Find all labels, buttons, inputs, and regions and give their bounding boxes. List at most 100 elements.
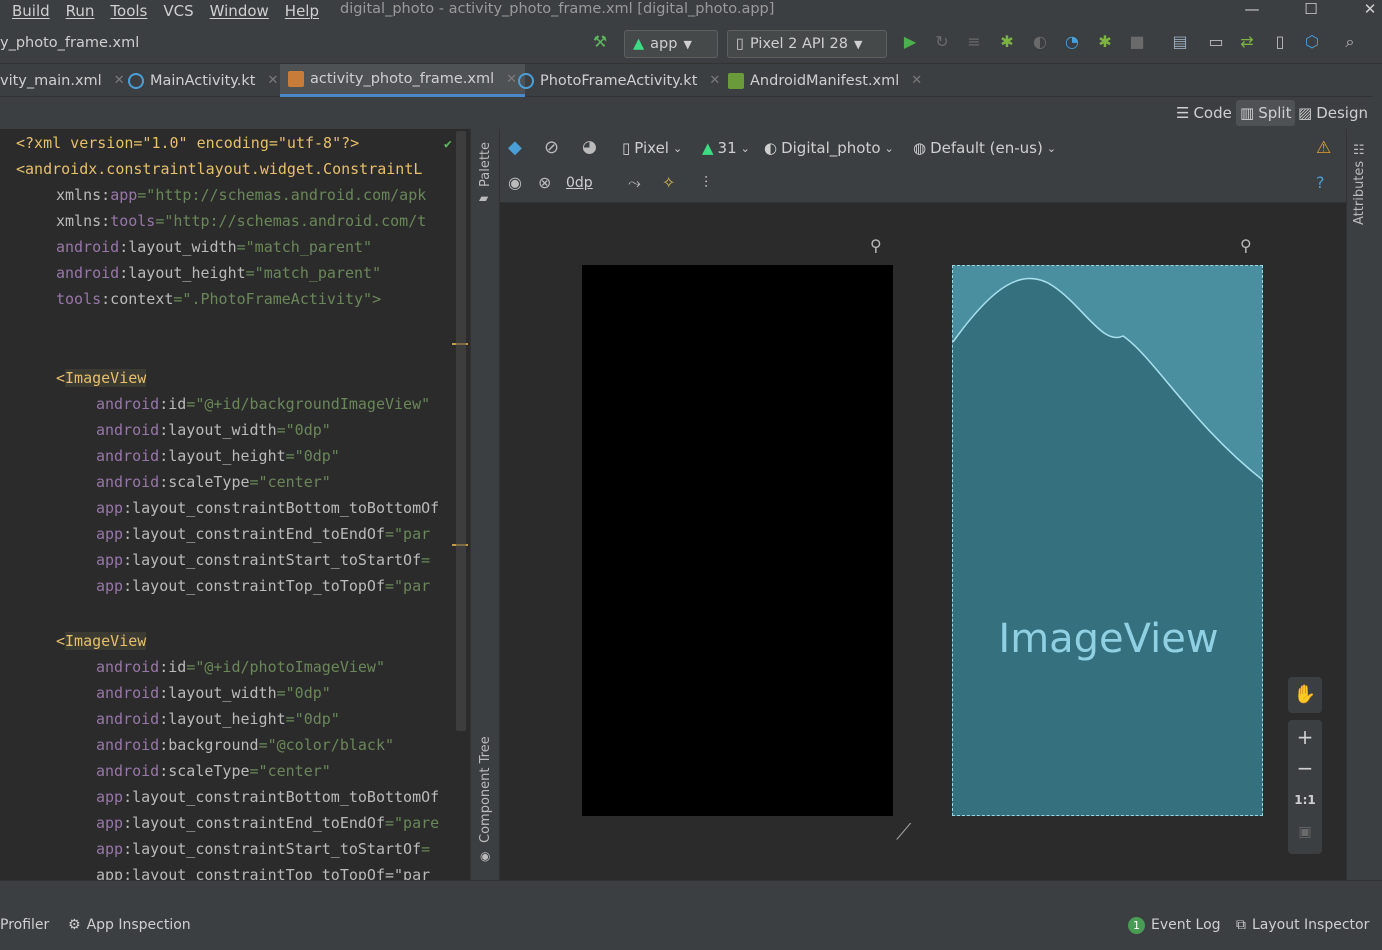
default-margin-field[interactable]: 0dp [566,175,593,191]
design-surface-icon[interactable]: ◆ [508,137,522,158]
event-log-tab[interactable]: 1 Event Log [1128,911,1221,939]
zoom-in-icon[interactable]: + [1288,720,1322,752]
tab-label: AndroidManifest.xml [750,72,900,89]
code-line: app:layout_constraintTop_toTopOf="par [96,577,431,595]
editor-scrollbar[interactable] [456,131,466,731]
main-toolbar: y_photo_frame.xml ⚒ ▲ app ▼ ▯ Pixel 2 AP… [0,22,1382,64]
resize-handle-icon[interactable]: ⟋ [896,820,911,845]
app-inspection-label: App Inspection [86,917,191,933]
orientation-icon[interactable]: ⊘ [544,137,559,158]
tab-photo-frame-activity[interactable]: PhotoFrameActivity.kt ✕ [510,64,728,97]
device-select[interactable]: ▯ Pixel 2 API 28 ▼ [727,30,887,58]
editor-tabs: vity_main.xml ✕ MainActivity.kt ✕ activi… [0,64,1382,97]
chevron-down-icon: ⌄ [672,141,683,155]
component-tree-tab[interactable]: Component Tree [478,736,493,843]
menu-window[interactable]: Window [210,2,269,20]
search-icon[interactable]: ⌕ [1340,32,1360,52]
profile-icon[interactable]: ◔ [1062,32,1082,52]
avd-manager-icon[interactable]: ▭ [1206,32,1226,52]
tab-android-manifest[interactable]: AndroidManifest.xml ✕ [720,64,930,97]
layout-inspector-tab[interactable]: ⧉ Layout Inspector [1236,911,1369,939]
rerun-icon[interactable]: ↻ [932,32,952,52]
pan-hand-icon[interactable]: ✋ [1288,677,1322,713]
run-icon[interactable]: ▶ [900,32,920,52]
attach-debugger-icon[interactable]: ◐ [1030,32,1050,52]
build-hammer-icon[interactable]: ⚒ [590,32,610,52]
guidelines-icon[interactable]: ⫶ [704,173,708,193]
palette-icon: ▰ [479,191,489,205]
code-mode-label: Code [1193,104,1232,122]
blueprint-pin-icon[interactable]: ⚲ [870,236,882,255]
theme-select[interactable]: ◐ Digital_photo ⌄ [764,139,894,157]
close-tab-icon[interactable]: ✕ [709,73,720,88]
device-manager-icon[interactable]: ▯ [1270,32,1290,52]
breadcrumb[interactable]: y_photo_frame.xml [0,22,139,64]
zoom-fit-icon[interactable]: ▣ [1288,816,1322,848]
blueprint-view[interactable] [582,265,893,816]
code-line: android:layout_width="0dp" [96,421,331,439]
clear-constraints-icon[interactable]: ⤳ [628,173,641,193]
sdk-manager-icon[interactable]: ⬡ [1302,32,1322,52]
view-options-icon[interactable]: ◉ [508,173,522,192]
close-tab-icon[interactable]: ✕ [267,73,278,88]
menu-build[interactable]: Build [12,2,50,20]
zoom-actual-size-button[interactable]: 1:1 [1288,784,1322,816]
device-label: Pixel 2 API 28 [749,36,848,52]
zoom-out-icon[interactable]: − [1288,752,1322,784]
autoconnect-icon[interactable]: ⊗ [538,173,551,192]
tab-activity-main[interactable]: vity_main.xml ✕ [0,64,133,97]
device-preview-select[interactable]: ▯ Pixel ⌄ [622,139,682,157]
code-editor[interactable]: <?xml version="1.0" encoding="utf-8"?> <… [0,129,470,880]
code-line: app:layout_constraintBottom_toBottomOf [96,499,440,517]
attributes-tab[interactable]: Attributes [1352,161,1367,225]
run-config-label: app [650,36,678,52]
code-line: <androidx.constraintlayout.widget.Constr… [16,160,423,178]
menu-help[interactable]: Help [285,2,319,20]
code-line: android:layout_height="0dp" [96,710,340,728]
maximize-button[interactable]: ☐ [1297,0,1325,20]
infer-constraints-icon[interactable]: ✧ [662,173,675,192]
sync-gradle-icon[interactable]: ⇄ [1237,32,1257,52]
code-line: <ImageView [56,632,147,650]
menu-run[interactable]: Run [66,2,95,20]
project-structure-icon[interactable]: ▤ [1170,32,1190,52]
close-tab-icon[interactable]: ✕ [911,73,922,88]
preview-pin-icon[interactable]: ⚲ [1240,236,1252,255]
tab-activity-photo-frame[interactable]: activity_photo_frame.xml ✕ [280,64,526,97]
minimize-button[interactable]: — [1238,0,1266,20]
code-line: app:layout_constraintStart_toStartOf= [96,551,431,569]
code-mode-button[interactable]: ☰ Code [1172,100,1236,126]
night-mode-icon[interactable]: ◕ [582,137,597,157]
apply-changes-icon[interactable]: ≡ [964,32,984,52]
menu-tools[interactable]: Tools [110,2,147,20]
imageview-label: ImageView [998,616,1219,662]
tab-main-activity[interactable]: MainActivity.kt ✕ [120,64,286,97]
attach-process-icon[interactable]: ✱ [1095,32,1115,52]
theme-icon: ◐ [764,139,778,157]
app-inspection-tab[interactable]: ⚙ App Inspection [68,911,191,939]
code-line: app:layout_constraintTop_toTopOf="par [96,866,431,880]
stop-icon[interactable]: ■ [1127,32,1147,52]
code-icon: ☰ [1176,104,1190,122]
help-icon[interactable]: ? [1316,173,1325,192]
tab-label: activity_photo_frame.xml [310,71,495,87]
run-config-select[interactable]: ▲ app ▼ [624,30,718,58]
design-mode-button[interactable]: ▨ Design [1294,100,1372,126]
api-level-select[interactable]: ▲ 31 ⌄ [702,139,750,157]
palette-tab[interactable]: Palette [478,142,493,187]
split-mode-button[interactable]: ▥ Split [1236,100,1296,126]
no-errors-check-icon[interactable]: ✔ [444,137,452,152]
attributes-icon: ☷ [1353,143,1365,158]
chevron-down-icon: ⌄ [1046,141,1057,155]
profiler-label: Profiler [0,917,50,933]
profiler-tab[interactable]: Profiler [0,911,49,939]
constraint-toolbar: ◉ ⊗ 0dp ⤳ ✧ ⫶ ? [500,167,1346,203]
close-window-button[interactable]: ✕ [1356,0,1382,20]
debug-icon[interactable]: ✱ [997,32,1017,52]
code-line: android:id="@+id/photoImageView" [96,658,385,676]
locale-select[interactable]: ◍ Default (en-us) ⌄ [913,139,1056,157]
event-count-badge: 1 [1128,916,1145,934]
warning-icon[interactable]: ⚠ [1316,138,1331,158]
menu-vcs[interactable]: VCS [163,2,193,20]
design-preview-screen[interactable]: ImageView [952,265,1263,816]
